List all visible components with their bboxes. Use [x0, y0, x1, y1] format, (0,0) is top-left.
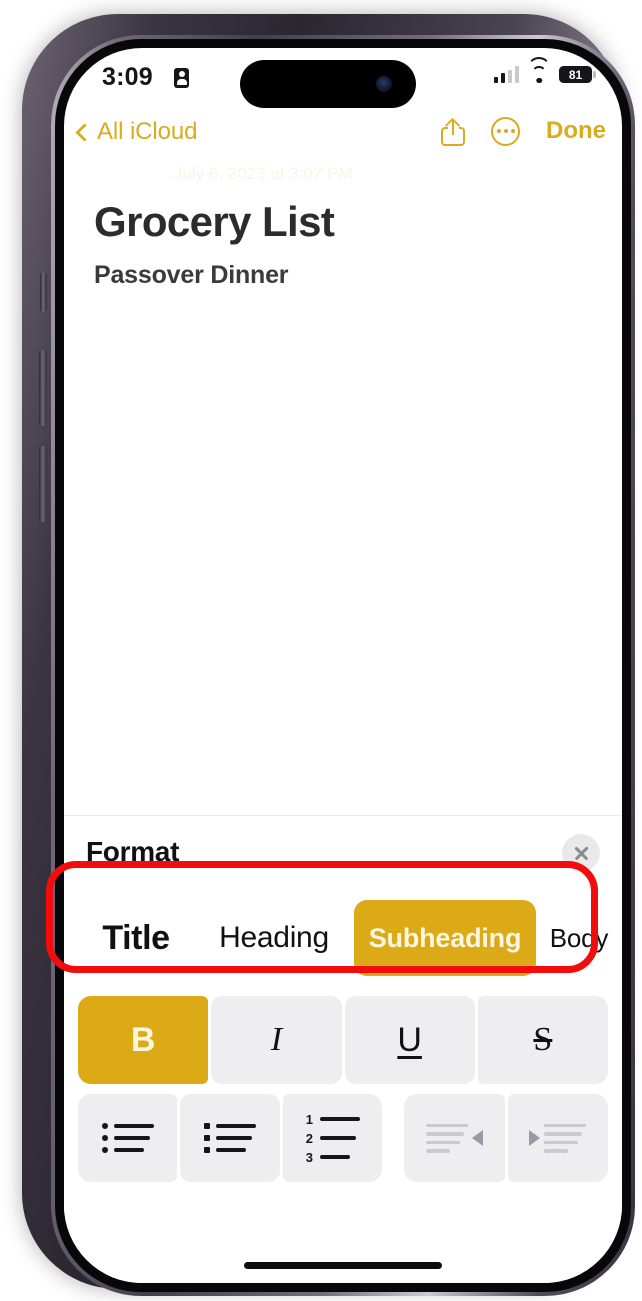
text-style-row: B I U S [78, 996, 608, 1084]
wifi-icon [527, 57, 551, 83]
note-title[interactable]: Grocery List [94, 198, 335, 246]
format-panel-title: Format [86, 836, 180, 867]
indent-icon [529, 1123, 587, 1153]
status-indicators: 81 [493, 57, 596, 83]
back-button[interactable]: All iCloud [75, 118, 198, 146]
style-button-heading[interactable]: Heading [194, 900, 354, 976]
style-button-title[interactable]: Title [78, 900, 194, 976]
italic-button[interactable]: I [211, 996, 342, 1084]
dotted-list-button[interactable] [180, 1094, 280, 1182]
silence-switch[interactable] [40, 272, 47, 312]
bulleted-list-button[interactable] [78, 1094, 178, 1182]
phone-screen: 3:09 81 All iCloud Done July 6, 2023 at … [64, 48, 622, 1283]
close-icon[interactable] [562, 834, 600, 872]
bold-button[interactable]: B [78, 996, 209, 1084]
battery-icon: 81 [559, 66, 596, 83]
outdent-button[interactable] [404, 1094, 505, 1182]
square-bullet-list-icon [203, 1123, 256, 1153]
strikethrough-button[interactable]: S [477, 996, 608, 1084]
list-button-group: 1 2 3 [78, 1094, 382, 1182]
volume-down-button[interactable] [39, 446, 47, 522]
style-button-subheading[interactable]: Subheading [354, 900, 536, 976]
battery-level: 81 [568, 67, 583, 82]
share-icon[interactable] [441, 116, 465, 146]
numbered-list-button[interactable]: 1 2 3 [282, 1094, 382, 1182]
navigation-bar: All iCloud Done [64, 110, 622, 164]
style-button-body[interactable]: Body [536, 900, 622, 976]
screenshot-canvas: 3:09 81 All iCloud Done July 6, 2023 at … [0, 0, 642, 1301]
back-button-label: All iCloud [97, 118, 198, 145]
home-indicator[interactable] [244, 1262, 442, 1269]
paragraph-style-row: Title Heading Subheading Body [78, 890, 618, 986]
volume-up-button[interactable] [39, 350, 47, 426]
chevron-left-icon [75, 122, 94, 142]
note-subheading[interactable]: Passover Dinner [94, 261, 289, 290]
status-time: 3:09 [102, 63, 153, 91]
format-panel-header: Format [64, 816, 622, 888]
front-camera-icon [376, 76, 392, 92]
status-bar: 3:09 81 [64, 48, 622, 110]
nav-actions: Done [441, 116, 606, 146]
dashed-bullet-list-icon [101, 1123, 154, 1153]
contact-badge-icon [174, 68, 189, 88]
numbered-list-icon: 1 2 3 [305, 1113, 360, 1164]
underline-button[interactable]: U [344, 996, 475, 1084]
phone-frame: 3:09 81 All iCloud Done July 6, 2023 at … [22, 14, 635, 1296]
outdent-icon [425, 1123, 483, 1153]
note-date: July 6, 2023 at 3:07 PM [174, 164, 353, 183]
done-button[interactable]: Done [546, 117, 606, 145]
indent-button[interactable] [507, 1094, 608, 1182]
cellular-signal-icon [493, 66, 519, 83]
list-and-indent-row: 1 2 3 [78, 1094, 608, 1182]
format-panel: Format Title Heading Subheading Body B I… [64, 815, 622, 1283]
ellipsis-circle-icon[interactable] [491, 116, 520, 146]
dynamic-island [240, 60, 416, 108]
indent-button-group [404, 1094, 608, 1182]
